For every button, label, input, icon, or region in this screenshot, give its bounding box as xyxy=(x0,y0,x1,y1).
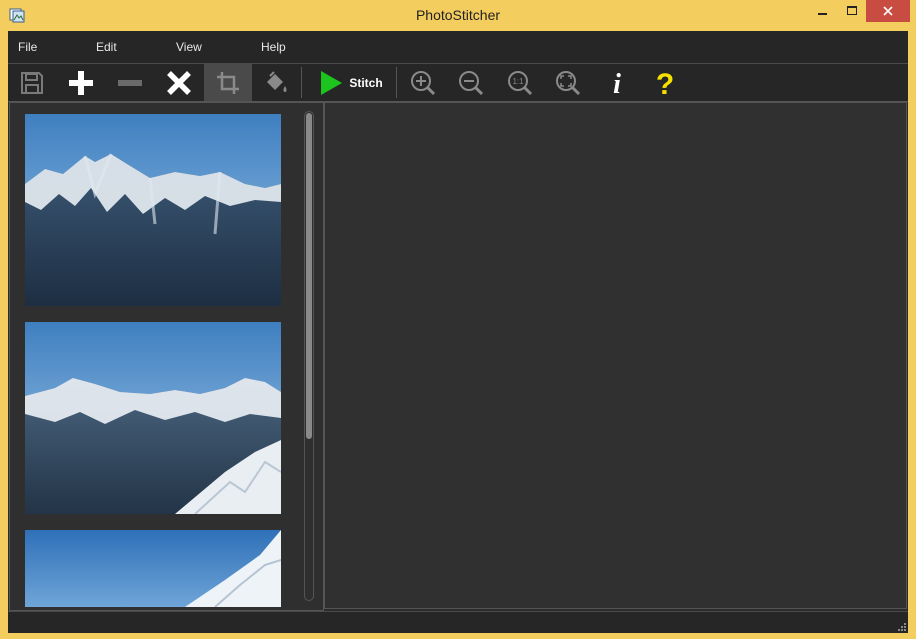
image-thumbnail[interactable] xyxy=(25,530,281,607)
help-glyph: ? xyxy=(656,69,674,97)
stitch-button[interactable]: Stitch xyxy=(308,64,394,101)
help-button[interactable]: ? xyxy=(645,64,685,101)
zoom-in-button[interactable] xyxy=(403,64,443,101)
title-bar[interactable]: PhotoStitcher xyxy=(0,0,916,31)
toolbar-separator xyxy=(396,67,397,98)
close-icon xyxy=(883,6,893,16)
menu-file[interactable]: File xyxy=(18,40,37,54)
info-glyph: i xyxy=(613,69,621,97)
fit-window-icon xyxy=(556,70,581,95)
menu-help[interactable]: Help xyxy=(261,40,286,54)
help-icon: ? xyxy=(656,69,674,97)
fit-window-button[interactable] xyxy=(548,64,588,101)
actual-size-icon: 1:1 xyxy=(508,70,533,95)
app-window: PhotoStitcher File Edit View Help Stitch… xyxy=(0,0,916,639)
info-icon: i xyxy=(613,69,621,97)
actual-size-label: 1:1 xyxy=(512,77,524,86)
maximize-button[interactable] xyxy=(838,0,866,22)
minus-icon xyxy=(118,79,142,86)
remove-image-button[interactable] xyxy=(110,64,150,101)
status-bar xyxy=(8,611,908,633)
image-thumbnail[interactable] xyxy=(25,322,281,514)
close-button[interactable] xyxy=(866,0,910,22)
mountain-photo-2 xyxy=(25,322,281,514)
stitch-label: Stitch xyxy=(349,75,383,90)
crop-button[interactable] xyxy=(204,64,252,101)
preview-canvas[interactable] xyxy=(324,102,907,609)
image-thumbnail[interactable] xyxy=(25,114,281,306)
zoom-out-button[interactable] xyxy=(451,64,491,101)
zoom-out-icon xyxy=(459,70,484,95)
x-icon xyxy=(167,70,191,95)
zoom-in-icon xyxy=(411,70,436,95)
plus-icon xyxy=(69,70,93,95)
fill-button[interactable] xyxy=(256,64,296,101)
minimize-icon xyxy=(818,13,827,15)
play-icon xyxy=(321,70,343,95)
client-area: File Edit View Help Stitch 1:1 i ? xyxy=(8,31,908,633)
minimize-button[interactable] xyxy=(808,0,838,22)
clear-all-button[interactable] xyxy=(159,64,199,101)
save-button[interactable] xyxy=(12,64,52,101)
window-title: PhotoStitcher xyxy=(415,7,501,23)
actual-size-button[interactable]: 1:1 xyxy=(500,64,540,101)
mountain-photo-3 xyxy=(25,530,281,607)
add-image-button[interactable] xyxy=(61,64,101,101)
toolbar-separator xyxy=(301,67,302,98)
toolbar: Stitch 1:1 i ? xyxy=(8,64,908,102)
maximize-icon xyxy=(847,6,857,15)
save-icon xyxy=(21,71,43,94)
vertical-scrollbar[interactable] xyxy=(304,111,314,601)
info-button[interactable]: i xyxy=(597,64,637,101)
menu-bar: File Edit View Help xyxy=(8,31,908,64)
menu-edit[interactable]: Edit xyxy=(96,40,117,54)
menu-view[interactable]: View xyxy=(176,40,202,54)
crop-icon xyxy=(217,71,239,94)
resize-grip-icon[interactable] xyxy=(896,621,906,631)
scrollbar-thumb[interactable] xyxy=(306,113,312,439)
paint-bucket-icon xyxy=(267,70,287,92)
image-list-panel xyxy=(9,102,324,611)
mountain-photo-1 xyxy=(25,114,281,306)
